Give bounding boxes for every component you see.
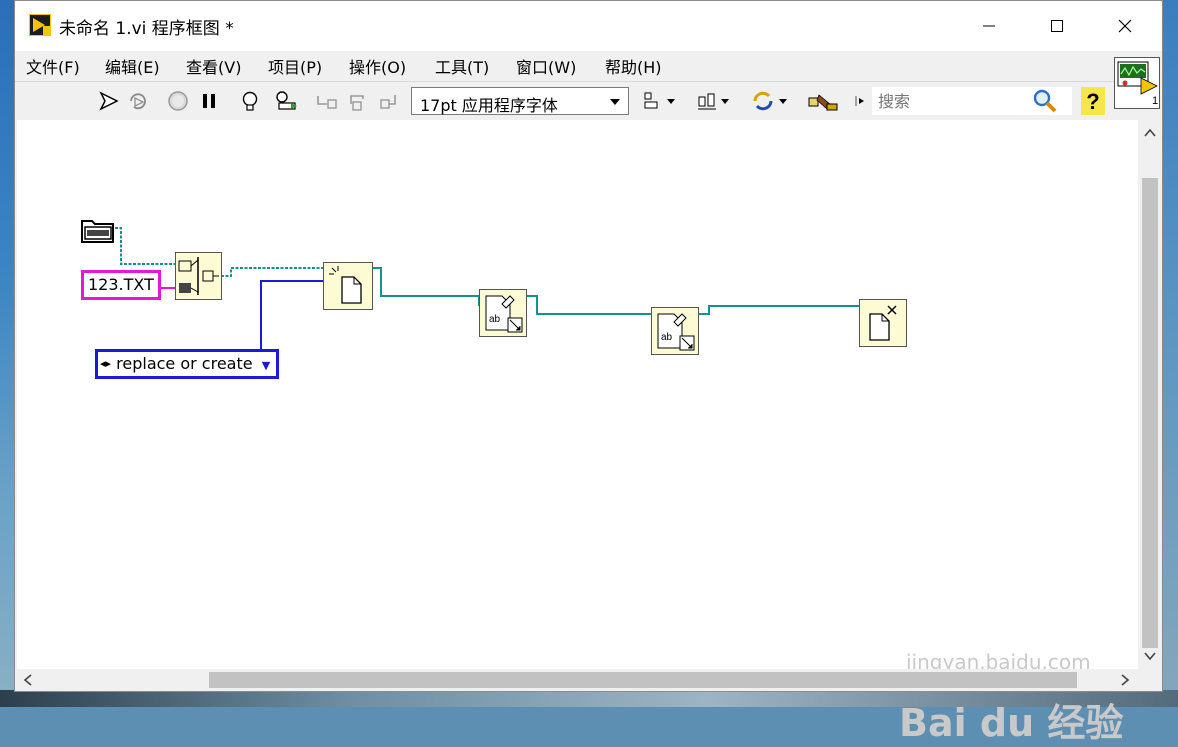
svg-text:?: ? [1086, 89, 1099, 114]
block-diagram-window: 未命名 1.vi 程序框图 * 文件(F) 编辑(E) 查看(V) 项目(P) … [14, 0, 1163, 745]
search-input[interactable] [876, 90, 1030, 112]
window-title: 未命名 1.vi 程序框图 * [59, 19, 234, 39]
wire-built-path [221, 267, 323, 277]
align-objects-icon[interactable] [643, 90, 679, 112]
vi-connector-label: 1 [1152, 95, 1158, 107]
abort-icon[interactable] [166, 90, 190, 112]
open-create-file-node[interactable] [323, 262, 373, 310]
step-over-icon[interactable] [347, 90, 371, 112]
search-box [872, 87, 1072, 115]
folder-path-constant[interactable] [81, 216, 115, 244]
menu-window[interactable]: 窗口(W) [516, 54, 576, 78]
vertical-scrollbar[interactable] [1138, 120, 1162, 669]
write-text-file-icon-1: ab [485, 295, 523, 333]
minimize-button[interactable] [958, 1, 1020, 51]
menu-tools[interactable]: 工具(T) [435, 54, 489, 78]
search-icon[interactable] [1032, 88, 1058, 114]
chevron-down-icon[interactable]: ▼ [262, 359, 270, 372]
open-file-icon [329, 266, 362, 304]
filename-string-constant[interactable]: 123.TXT [81, 270, 161, 300]
vi-front-panel-icon: 1 [1117, 61, 1158, 107]
watermark-brand: Bai du 经验 [899, 701, 1124, 745]
write-text-file-node-1[interactable]: ab [479, 289, 527, 337]
chevron-down-icon [610, 99, 620, 105]
vertical-scroll-thumb[interactable] [1142, 178, 1158, 648]
search-toggle-icon[interactable] [853, 90, 867, 112]
write-text-file-node-2[interactable]: ab [651, 307, 699, 355]
menu-view[interactable]: 查看(V) [186, 54, 241, 78]
watermark-logo: Bai du 经验 [899, 692, 1123, 747]
menu-project[interactable]: 项目(P) [268, 54, 322, 78]
menu-edit[interactable]: 编辑(E) [105, 54, 160, 78]
close-icon [1118, 19, 1132, 33]
close-file-icon [869, 305, 897, 341]
maximize-button[interactable] [1026, 1, 1088, 51]
labview-vi-icon [29, 14, 51, 36]
svg-text:ab: ab [489, 314, 501, 325]
font-select-value: 17pt 应用程序字体 [420, 96, 558, 115]
menu-operate[interactable]: 操作(O) [349, 54, 406, 78]
enum-increment-icon[interactable]: ◂▸ [100, 357, 111, 370]
distribute-objects-icon[interactable] [697, 90, 733, 112]
wire-operation-enum [260, 280, 323, 350]
scroll-left-icon[interactable] [23, 674, 33, 686]
build-path-icon [178, 257, 219, 295]
horizontal-scroll-thumb[interactable] [209, 672, 1077, 688]
wire-refnum-3 [699, 305, 859, 315]
svg-text:ab: ab [661, 332, 673, 343]
scroll-down-icon[interactable] [1144, 651, 1156, 661]
toolbar: 17pt 应用程序字体 搜索 ? [15, 81, 1115, 120]
scroll-up-icon[interactable] [1144, 128, 1156, 138]
close-button[interactable] [1094, 1, 1156, 51]
highlight-execution-icon[interactable] [238, 90, 262, 112]
pause-icon[interactable] [197, 90, 221, 112]
help-icon[interactable]: ? [1081, 87, 1105, 115]
step-into-icon[interactable] [315, 90, 339, 112]
wire-refnum-2 [527, 295, 651, 315]
wire-refnum-1 [373, 267, 480, 306]
step-out-icon[interactable] [378, 90, 402, 112]
close-file-node[interactable] [859, 299, 907, 347]
title-bar[interactable]: 未命名 1.vi 程序框图 * [15, 1, 1162, 51]
run-continuously-icon[interactable] [126, 90, 150, 112]
clean-up-diagram-icon[interactable] [807, 90, 839, 112]
block-diagram-canvas[interactable]: 123.TXT ab ab ◂▸ replace or create ▼ Bai… [17, 120, 1138, 745]
wire-folder-path [115, 227, 175, 265]
font-select[interactable]: 17pt 应用程序字体 [411, 87, 629, 115]
file-operation-enum[interactable]: ◂▸ replace or create ▼ [95, 349, 280, 379]
horizontal-scrollbar[interactable] [17, 669, 1138, 691]
maximize-icon [1051, 20, 1063, 32]
scroll-right-icon[interactable] [1120, 674, 1130, 686]
minimize-icon [983, 25, 995, 27]
retain-wire-values-icon[interactable] [275, 90, 299, 112]
desktop-background-right [1163, 0, 1178, 707]
menu-help[interactable]: 帮助(H) [605, 54, 662, 78]
build-path-node[interactable] [175, 252, 222, 300]
wires-layer [115, 227, 859, 350]
write-text-file-icon-2: ab [657, 313, 695, 351]
vi-connector-icon[interactable]: 1 [1114, 57, 1160, 109]
run-arrow-icon[interactable] [97, 90, 121, 112]
menu-file[interactable]: 文件(F) [26, 54, 80, 78]
menu-bar: 文件(F) 编辑(E) 查看(V) 项目(P) 操作(O) 工具(T) 窗口(W… [15, 51, 1115, 79]
enum-value: replace or create [116, 354, 253, 373]
reorder-icon[interactable] [751, 90, 791, 112]
